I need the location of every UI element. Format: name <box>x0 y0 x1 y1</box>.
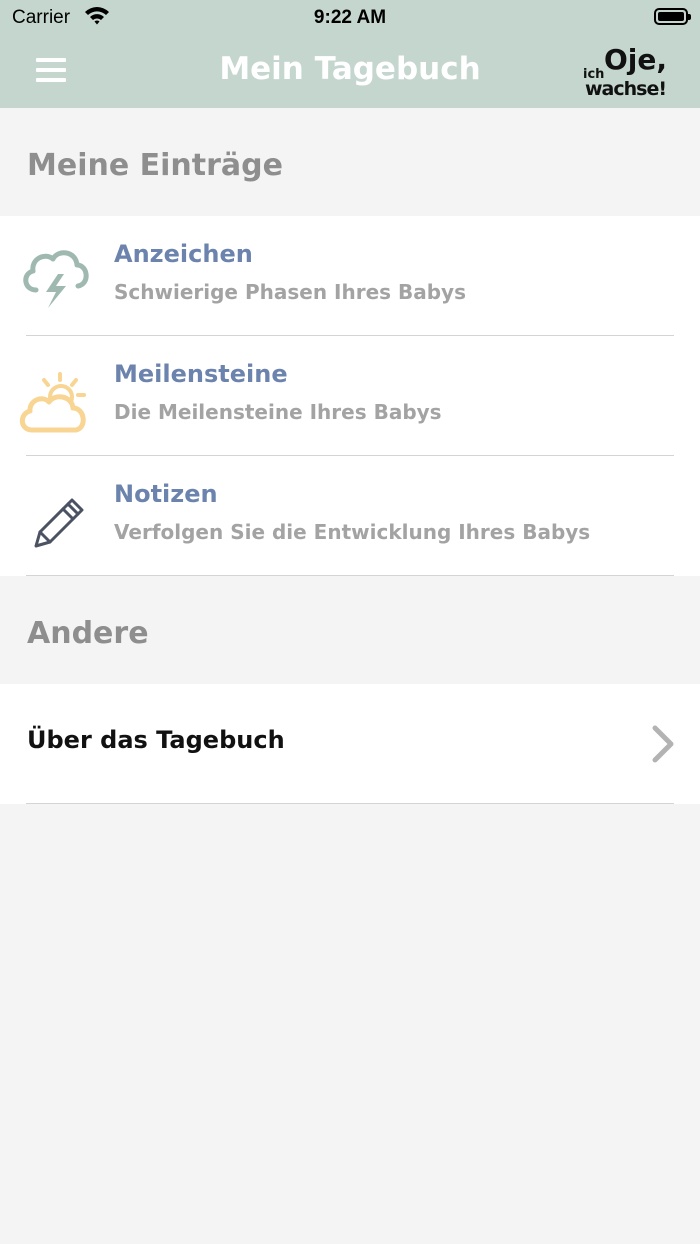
list-item-title: Meilensteine <box>114 360 288 388</box>
section-title: Andere <box>27 616 149 651</box>
svg-text:wachse!: wachse! <box>585 78 666 100</box>
list-item-title: Notizen <box>114 480 218 508</box>
list-item-subtitle: Die Meilensteine Ihres Babys <box>114 400 442 424</box>
divider <box>26 803 674 804</box>
svg-text:Oje,: Oje, <box>604 43 667 76</box>
chevron-right-icon <box>652 725 674 763</box>
list-item-notizen[interactable]: Notizen Verfolgen Sie die Entwicklung Ih… <box>0 456 700 576</box>
pencil-icon <box>34 498 84 548</box>
app-logo: Oje, ich wachse! <box>583 43 667 100</box>
list-item-title: Anzeichen <box>114 240 253 268</box>
section-title: Meine Einträge <box>27 148 283 183</box>
list-item-label: Über das Tagebuch <box>27 726 285 754</box>
list-item-anzeichen[interactable]: Anzeichen Schwierige Phasen Ihres Babys <box>0 216 700 336</box>
sun-cloud-icon <box>19 372 86 433</box>
navigation-bar: Mein Tagebuch Oje, ich wachse! <box>0 36 700 108</box>
status-time: 9:22 AM <box>313 7 387 28</box>
section-header-other: Andere <box>0 576 700 684</box>
storm-cloud-icon <box>23 250 89 308</box>
list-item-subtitle: Verfolgen Sie die Entwicklung Ihres Baby… <box>114 520 591 544</box>
status-bar: Carrier 9:22 AM <box>0 0 700 36</box>
list-item-subtitle: Schwierige Phasen Ihres Babys <box>114 280 466 304</box>
list-item-about-diary[interactable]: Über das Tagebuch <box>0 684 700 804</box>
battery-icon <box>654 8 691 25</box>
section-header-entries: Meine Einträge <box>0 108 700 216</box>
list-item-meilensteine[interactable]: Meilensteine Die Meilensteine Ihres Baby… <box>0 336 700 456</box>
